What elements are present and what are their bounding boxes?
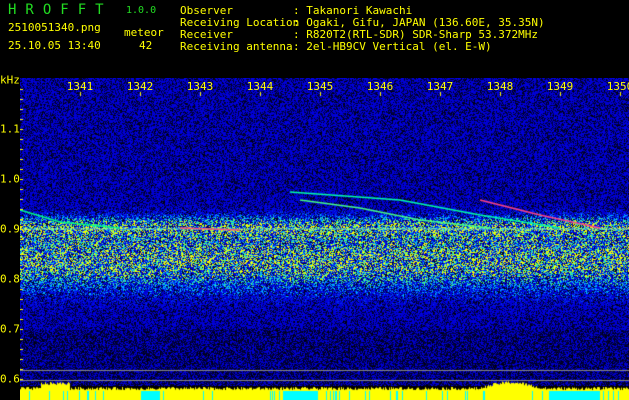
x-tick-label: 1343 <box>186 80 214 93</box>
filename: 2510051340.png <box>8 21 101 34</box>
info-value-antenna: : 2el-HB9CV Vertical (el. E-W) <box>293 40 492 53</box>
app-version: 1.0.0 <box>126 5 157 16</box>
y-tick-label: 1.0 <box>0 172 20 186</box>
y-axis-label: kHz <box>0 73 20 87</box>
datetime: 25.10.05 13:40 <box>8 39 101 52</box>
y-tick-label: 0.7 <box>0 322 20 336</box>
x-tick-label: 1347 <box>426 80 454 93</box>
x-tick-label: 1342 <box>126 80 154 93</box>
x-tick-label: 1346 <box>366 80 394 93</box>
meteor-count: 42 <box>139 39 153 52</box>
x-tick-label: 1350 <box>606 80 629 93</box>
x-tick-label: 1348 <box>486 80 514 93</box>
y-tick-label: 0.6 <box>0 372 20 386</box>
y-tick-label: 1.1 <box>0 122 20 136</box>
x-tick-label: 1349 <box>546 80 574 93</box>
y-tick-label: 0.8 <box>0 272 20 286</box>
x-tick-label: 1345 <box>306 80 334 93</box>
meteor-label: meteor <box>124 26 164 39</box>
y-tick-label: 0.9 <box>0 222 20 236</box>
x-tick-label: 1344 <box>246 80 274 93</box>
app-title: HROFFT <box>8 2 113 18</box>
x-tick-label: 1341 <box>66 80 94 93</box>
hrofft-window: HROFFT 1.0.0 2510051340.png meteor 25.10… <box>0 0 629 400</box>
spectrogram <box>20 78 629 400</box>
info-label-antenna: Receiving antenna <box>180 40 293 53</box>
